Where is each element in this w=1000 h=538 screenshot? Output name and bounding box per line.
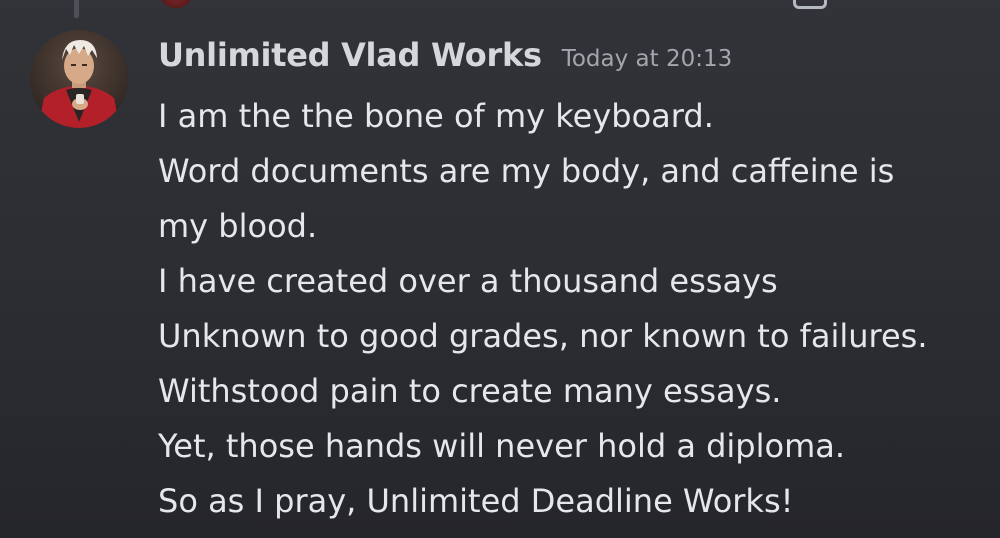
message-line: So as I pray, Unlimited Deadline Works!: [158, 482, 794, 520]
anime-character-avatar-icon: [30, 30, 128, 128]
message-timestamp[interactable]: Today at 20:13: [562, 46, 733, 72]
user-avatar[interactable]: [30, 30, 128, 128]
reply-thread-line: [74, 0, 79, 18]
message-content: I am the the bone of my keyboard. Word d…: [158, 89, 998, 529]
previous-message-avatar[interactable]: [160, 0, 192, 8]
image-attachment-icon[interactable]: [793, 0, 827, 9]
chat-message: Unlimited Vlad Works Today at 20:13 I am…: [0, 28, 1000, 538]
message-line: Yet, those hands will never hold a diplo…: [158, 427, 846, 465]
message-line: I have created over a thousand essays: [158, 262, 778, 300]
message-line: Withstood pain to create many essays.: [158, 372, 782, 410]
chat-area: Unlimited Vlad Works Today at 20:13 I am…: [0, 0, 1000, 538]
username[interactable]: Unlimited Vlad Works: [158, 36, 542, 74]
message-line: Word documents are my body, and caffeine…: [158, 152, 895, 190]
message-line: Unknown to good grades, nor known to fai…: [158, 317, 928, 355]
message-header: Unlimited Vlad Works Today at 20:13: [158, 36, 732, 80]
message-line: I am the the bone of my keyboard.: [158, 97, 714, 135]
message-line: my blood.: [158, 207, 318, 245]
